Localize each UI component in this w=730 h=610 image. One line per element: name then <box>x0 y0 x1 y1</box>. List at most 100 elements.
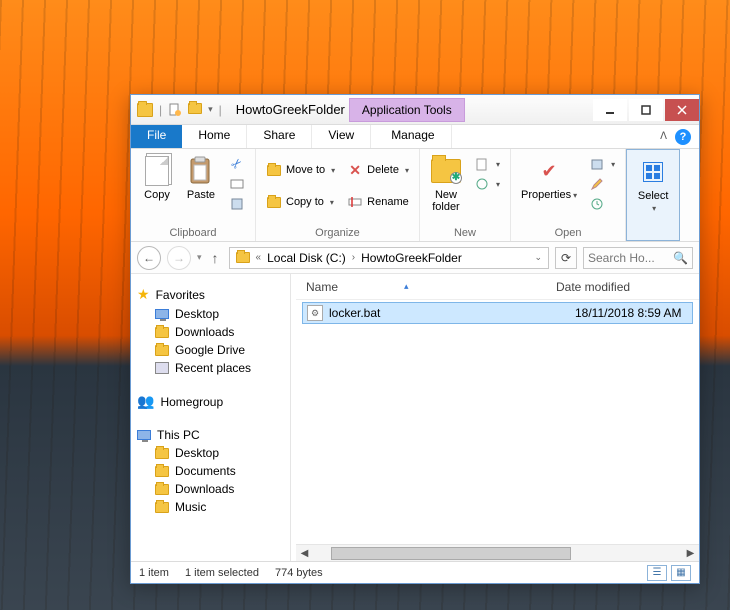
new-file-icon[interactable] <box>168 103 182 117</box>
help-icon[interactable]: ? <box>675 129 691 145</box>
open-button[interactable]: ▾ <box>585 155 619 173</box>
new-folder-icon: ✱ <box>431 159 461 183</box>
copy-button[interactable]: Copy <box>137 153 177 203</box>
paste-button[interactable]: Paste <box>181 153 221 203</box>
ribbon-group-open: ✔ Properties▾ ▾ Open <box>511 149 626 241</box>
star-icon: ★ <box>137 286 150 303</box>
minimize-button[interactable] <box>593 99 627 121</box>
new-folder-button[interactable]: ✱ New folder <box>426 153 466 215</box>
copy-path-button[interactable] <box>225 175 249 193</box>
maximize-button[interactable] <box>629 99 663 121</box>
horizontal-scrollbar[interactable]: ◀ ▶ <box>296 544 699 561</box>
view-details-icon[interactable]: ☰ <box>647 565 667 581</box>
folder-icon <box>155 466 169 477</box>
tree-item-downloads[interactable]: Downloads <box>135 323 286 341</box>
address-dropdown-icon[interactable]: ⌄ <box>528 252 548 263</box>
open-icon <box>589 156 605 172</box>
tree-thispc[interactable]: This PC <box>135 426 286 444</box>
nav-tree[interactable]: ★Favorites Desktop Downloads Google Driv… <box>131 274 291 561</box>
tab-share[interactable]: Share <box>247 125 312 148</box>
scroll-left-icon[interactable]: ◀ <box>296 545 313 562</box>
select-all-icon <box>643 162 663 182</box>
ribbon-collapse-icon[interactable]: ᐱ <box>660 131 667 142</box>
copy-icon <box>145 156 169 186</box>
select-button[interactable]: Select▾ <box>633 154 673 217</box>
address-bar[interactable]: « Local Disk (C:) › HowtoGreekFolder ⌄ <box>229 247 549 269</box>
tree-favorites[interactable]: ★Favorites <box>135 284 286 305</box>
scissors-icon: ✂ <box>226 153 249 176</box>
scroll-right-icon[interactable]: ▶ <box>682 545 699 562</box>
column-headers[interactable]: Name▴ Date modified <box>296 274 699 300</box>
breadcrumb-folder[interactable]: HowtoGreekFolder <box>355 251 468 265</box>
close-button[interactable] <box>665 99 699 121</box>
move-to-button[interactable]: Move to▾ <box>262 161 339 179</box>
context-tab[interactable]: Application Tools <box>349 98 465 122</box>
properties-button[interactable]: ✔ Properties▾ <box>517 153 581 204</box>
view-large-icon[interactable]: ▦ <box>671 565 691 581</box>
file-date: 18/11/2018 8:59 AM <box>575 306 682 320</box>
tree-item-googledrive[interactable]: Google Drive <box>135 341 286 359</box>
history-icon <box>589 196 605 212</box>
chevron-down-icon: ▾ <box>652 204 656 213</box>
tree-item-music[interactable]: Music <box>135 498 286 516</box>
copy-path-icon <box>229 176 245 192</box>
search-input[interactable]: Search Ho... 🔍 <box>583 247 693 269</box>
group-label: Clipboard <box>137 225 249 241</box>
tab-view[interactable]: View <box>312 125 371 148</box>
refresh-button[interactable]: ⟳ <box>555 247 577 269</box>
folder-icon <box>137 103 153 117</box>
tree-item-desktop[interactable]: Desktop <box>135 305 286 323</box>
search-placeholder: Search Ho... <box>588 251 669 265</box>
new-item-button[interactable]: ▾ <box>470 155 504 173</box>
file-row-selected[interactable]: ⚙ locker.bat 18/11/2018 8:59 AM <box>302 302 693 324</box>
edit-icon <box>589 176 605 192</box>
ribbon-group-organize: Move to▾ Copy to▾ ✕Delete▾ Rename Organi… <box>256 149 420 241</box>
col-date[interactable]: Date modified <box>556 280 699 294</box>
bat-file-icon: ⚙ <box>307 305 323 321</box>
recent-dropdown-icon[interactable]: ▾ <box>197 252 202 263</box>
move-to-icon <box>266 162 282 178</box>
forward-button[interactable]: → <box>167 246 191 270</box>
cut-button[interactable]: ✂ <box>225 155 249 173</box>
tab-manage[interactable]: Manage <box>375 125 451 148</box>
properties-icon: ✔ <box>542 161 557 182</box>
back-button[interactable]: ← <box>137 246 161 270</box>
tree-homegroup[interactable]: 👥Homegroup <box>135 391 286 412</box>
chevron-down-icon: ▾ <box>496 180 500 189</box>
easy-access-button[interactable]: ▾ <box>470 175 504 193</box>
paste-shortcut-button[interactable] <box>225 195 249 213</box>
desktop-icon <box>155 309 169 319</box>
copy-to-button[interactable]: Copy to▾ <box>262 193 339 211</box>
tree-item-downloads2[interactable]: Downloads <box>135 480 286 498</box>
tab-file[interactable]: File <box>131 125 182 148</box>
tree-item-recent[interactable]: Recent places <box>135 359 286 377</box>
homegroup-icon: 👥 <box>137 393 154 410</box>
qat-dropdown-icon[interactable]: ▾ <box>208 104 213 115</box>
breadcrumb-disk[interactable]: Local Disk (C:) <box>261 251 352 265</box>
rename-icon <box>347 194 363 210</box>
titlebar: | ▾ | HowtoGreekFolder Application Tools <box>131 95 699 125</box>
drive-icon <box>236 252 250 263</box>
scrollbar-thumb[interactable] <box>331 547 571 560</box>
tab-home[interactable]: Home <box>182 125 247 148</box>
folder-icon <box>155 345 169 356</box>
chevron-down-icon: ▾ <box>405 166 409 175</box>
properties-quick-icon[interactable] <box>188 103 202 117</box>
window-title: HowtoGreekFolder <box>236 102 345 117</box>
file-list[interactable]: Name▴ Date modified ⚙ locker.bat 18/11/2… <box>296 274 699 561</box>
col-name[interactable]: Name <box>306 280 338 294</box>
delete-button[interactable]: ✕Delete▾ <box>343 161 413 179</box>
ribbon-group-new: ✱ New folder ▾ ▾ New <box>420 149 511 241</box>
up-button[interactable]: ↑ <box>208 250 223 266</box>
status-selected: 1 item selected <box>185 567 259 579</box>
explorer-window: | ▾ | HowtoGreekFolder Application Tools… <box>130 94 700 584</box>
folder-icon <box>155 327 169 338</box>
ribbon: Copy Paste ✂ Clipboard Move to▾ <box>131 149 699 242</box>
edit-button[interactable] <box>585 175 619 193</box>
rename-button[interactable]: Rename <box>343 193 413 211</box>
history-button[interactable] <box>585 195 619 213</box>
tree-item-desktop2[interactable]: Desktop <box>135 444 286 462</box>
tree-item-documents[interactable]: Documents <box>135 462 286 480</box>
ribbon-group-select: Select▾ Select <box>626 149 680 241</box>
easy-access-icon <box>474 176 490 192</box>
